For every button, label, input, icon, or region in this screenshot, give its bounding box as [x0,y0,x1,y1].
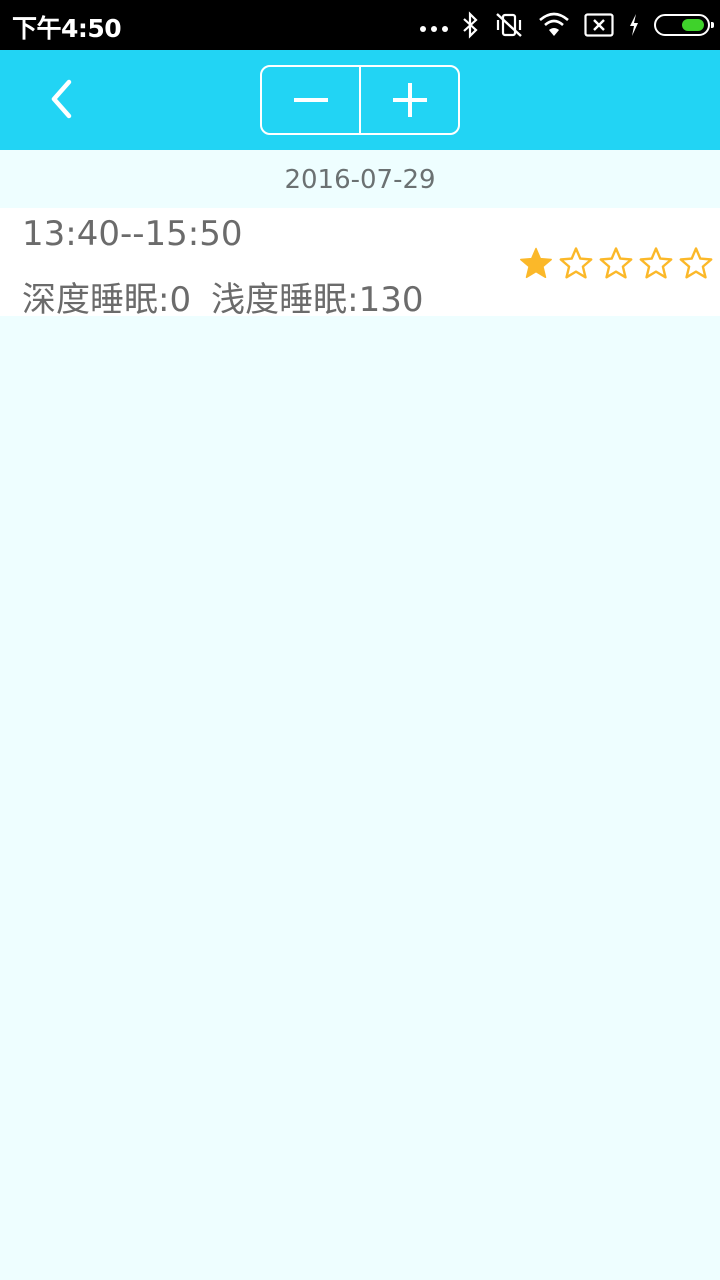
date-label: 2016-07-29 [284,165,436,195]
chevron-left-icon [51,79,72,119]
record-sleep-detail: 深度睡眠:0 浅度睡眠:130 [22,272,423,321]
zoom-control [260,65,460,135]
more-dots-icon [420,10,448,40]
star-empty-icon [599,247,633,279]
record-time-range: 13:40--15:50 [22,214,243,254]
vibrate-off-icon [496,13,522,37]
toolbar [0,50,720,150]
star-empty-icon [559,247,593,279]
battery-tip [711,22,714,28]
star-empty-icon [679,247,713,279]
zoom-in-button[interactable] [359,67,458,133]
light-sleep-label: 浅度睡眠: [211,280,359,320]
sim-x-icon [584,13,614,37]
wifi-icon [539,12,569,36]
battery-fill [682,19,704,31]
status-icons [406,10,714,40]
back-button[interactable] [34,70,94,130]
zoom-out-button[interactable] [262,67,359,133]
light-sleep-value: 130 [358,280,424,320]
star-filled-icon [520,247,552,279]
status-time: 下午4:50 [12,14,122,43]
plus-icon [392,83,427,117]
status-bar: 下午4:50 [0,0,720,50]
star-rating [518,246,714,282]
bluetooth-icon [463,11,478,39]
battery-icon [654,14,714,36]
star-empty-icon [639,247,673,279]
sleep-record-item[interactable]: 13:40--15:50 深度睡眠:0 浅度睡眠:130 [0,208,720,320]
charging-icon [630,14,638,36]
minus-icon [293,98,328,102]
deep-sleep-label: 深度睡眠: [22,280,170,320]
deep-sleep-value: 0 [169,280,192,320]
